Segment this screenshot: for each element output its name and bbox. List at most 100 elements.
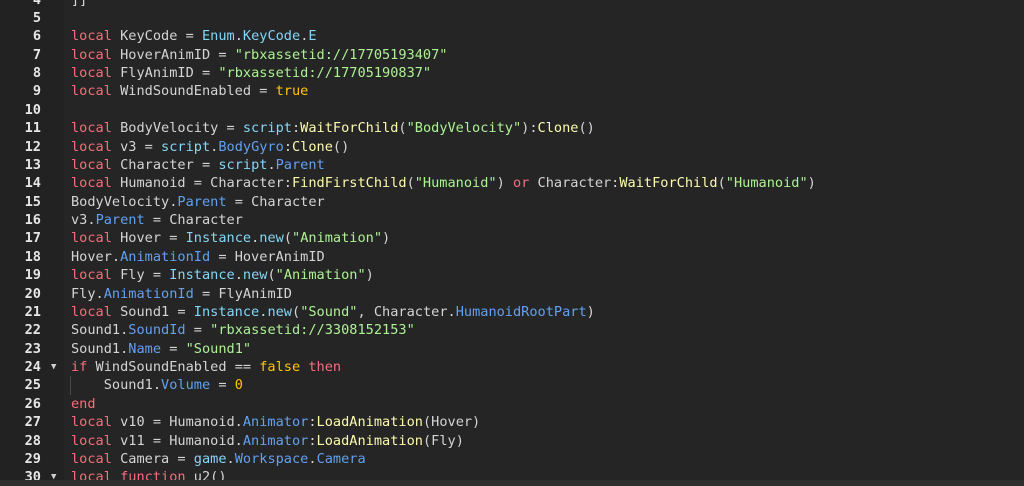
token-builtin: Instance [169,267,235,284]
line-number: 11 [24,120,41,137]
line-number: 17 [24,230,41,247]
code-text: local v10 = Humanoid.Animator:LoadAnimat… [71,413,480,431]
code-line[interactable]: 25 Sound1.Volume = 0 [0,376,1024,395]
token-text: ( [717,175,726,192]
token-text: ): [521,120,538,137]
code-line[interactable]: 22 Sound1.SoundId = "rbxassetid://3308152… [0,321,1024,339]
token-text: . [226,450,235,467]
code-line[interactable]: 19 local Fly = Instance.new("Animation") [0,266,1024,284]
code-text: local v3 = script.BodyGyro:Clone() [71,138,349,156]
token-text: : [291,120,301,137]
token-text: ( [267,267,276,284]
code-line[interactable]: 29 local Camera = game.Workspace.Camera [0,450,1024,468]
code-text: local Hover = Instance.new("Animation") [71,229,390,247]
code-line[interactable]: 10 [0,101,1024,119]
token-kw: local [71,414,112,431]
token-prop: AnimationId [103,285,194,302]
line-number: 7 [32,46,41,63]
token-method: Clone [292,138,333,155]
code-text: Sound1.Volume = 0 [71,376,243,394]
token-text: ( [406,175,415,192]
line-number: 28 [24,432,41,449]
code-text: local WindSoundEnabled = true [71,82,308,100]
line-number: 8 [32,65,41,82]
token-kw: local [71,267,112,284]
token-str: "Sound" [300,303,358,320]
token-text: = HoverAnimID [210,248,325,265]
token-text: Hover. [71,248,121,265]
code-line[interactable]: 21 local Sound1 = Instance.new("Sound", C… [0,303,1024,321]
token-text: Fly. [71,285,104,302]
code-line[interactable]: 27 local v10 = Humanoid.Animator:LoadAnim… [0,413,1024,431]
line-number: 21 [24,303,41,320]
code-text: local v11 = Humanoid.Animator:LoadAnimat… [71,432,464,450]
token-text: ) [382,230,391,247]
code-line[interactable]: 6 local KeyCode = Enum.KeyCode.E [0,27,1024,45]
code-line[interactable]: 18 Hover.AnimationId = HoverAnimID [0,248,1024,266]
token-text: Sound1. [71,340,129,357]
token-text: () [332,138,350,155]
token-text: = [210,377,235,394]
code-text: Sound1.SoundId = "rbxassetid://330815215… [71,321,415,339]
token-text: v10 = Humanoid. [111,414,243,431]
code-text: local HoverAnimID = "rbxassetid://177051… [71,46,447,64]
token-text: v11 = Humanoid. [111,432,243,449]
token-bool: true [275,83,309,100]
token-text: v3. [71,212,96,229]
token-text: ( [398,120,407,137]
token-text: ( [292,303,301,320]
code-lines[interactable]: 4]]56local KeyCode = Enum.KeyCode.E7 loca… [0,0,1024,486]
code-line[interactable]: 5 [0,9,1024,27]
code-line[interactable]: 12 local v3 = script.BodyGyro:Clone() [0,138,1024,156]
line-number: 5 [32,9,41,26]
token-builtin: new [242,267,268,284]
token-builtin: game [193,450,227,467]
code-line[interactable]: 14 local Humanoid = Character:FindFirstCh… [0,174,1024,192]
token-text: ( [283,230,293,247]
code-line[interactable]: 16 v3.Parent = Character [0,211,1024,229]
code-text: end [71,395,96,413]
code-line[interactable]: 26 end [0,395,1024,413]
token-kw: local [71,28,112,45]
code-line[interactable]: 23 Sound1.Name = "Sound1" [0,340,1024,358]
code-line[interactable]: 15 BodyVelocity.Parent = Character [0,193,1024,211]
code-line[interactable]: 24 ▼ if WindSoundEnabled == false then [0,358,1024,376]
token-prop: Animator [242,432,309,449]
code-line[interactable]: 4]] [0,0,1024,9]
token-text: () [578,120,595,137]
code-text: Hover.AnimationId = HoverAnimID [71,248,325,266]
code-editor[interactable]: 4]]56local KeyCode = Enum.KeyCode.E7 loca… [0,0,1024,486]
code-line[interactable]: 8 local FlyAnimID = "rbxassetid://1770519… [0,64,1024,82]
code-line[interactable]: 13 local Character = script.Parent [0,156,1024,174]
line-number: 25 [24,377,41,394]
code-line[interactable]: 9 local WindSoundEnabled = true [0,82,1024,100]
token-text: Character = [111,156,219,173]
token-kw: local [71,303,112,320]
token-prop: HumanoidRootPart [455,303,587,320]
token-str: "BodyVelocity" [406,120,522,137]
code-line[interactable]: 17 local Hover = Instance.new("Animation"… [0,229,1024,247]
line-number: 10 [24,101,41,118]
token-builtin: script [218,156,268,173]
token-method: LoadAnimation [316,432,423,449]
token-builtin: Enum [201,28,235,45]
code-line[interactable]: 11 local BodyVelocity = script:WaitForChi… [0,119,1024,137]
line-number: 26 [24,395,41,412]
horizontal-scrollbar[interactable] [0,480,1024,486]
fold-arrow-icon[interactable]: ▼ [51,358,56,376]
token-text: ) [496,175,513,192]
code-line[interactable]: 7 local HoverAnimID = "rbxassetid://17705… [0,46,1024,64]
line-number: 12 [24,138,41,155]
token-text: ) [365,267,374,284]
token-text: (Fly) [422,432,464,449]
token-prop: Parent [177,193,227,210]
code-text: local Humanoid = Character:FindFirstChil… [71,174,816,192]
code-text: local Character = script.Parent [71,156,325,174]
code-line[interactable]: 28 local v11 = Humanoid.Animator:LoadAnim… [0,432,1024,450]
code-line[interactable]: 20 Fly.AnimationId = FlyAnimID [0,285,1024,303]
token-text: : [308,432,317,449]
token-text: ) [807,175,816,192]
line-number: 22 [24,322,41,339]
code-text: if WindSoundEnabled == false then [71,358,341,376]
code-text: local BodyVelocity = script:WaitForChild… [71,119,595,137]
